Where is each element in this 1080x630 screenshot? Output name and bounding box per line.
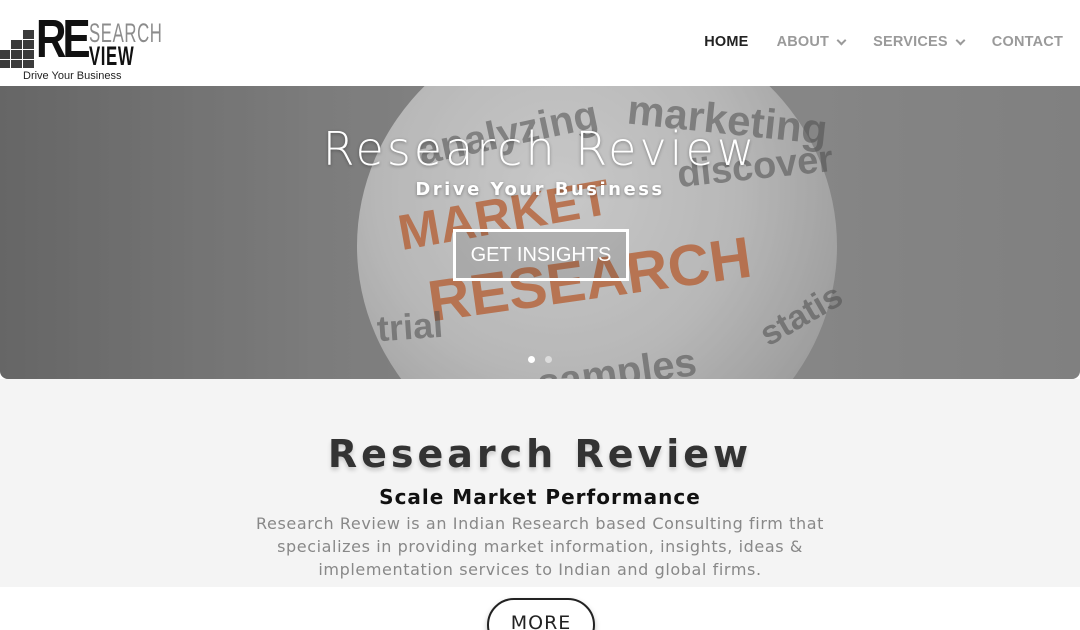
nav-item-services[interactable]: SERVICES [873,34,966,50]
about-description: Research Review is an Indian Research ba… [256,514,824,579]
more-button[interactable]: MORE [487,598,595,630]
logo-view-text: VIEW [89,41,135,71]
slider-dot-2[interactable] [545,356,552,363]
logo-tagline: Drive Your Business [23,70,122,82]
logo-re-text: RE [36,9,91,69]
logo-blocks-icon [0,20,36,68]
hero-slider: analyzing marketing discover MARKET RESE… [0,86,1080,379]
nav-item-about[interactable]: ABOUT [776,34,847,50]
hero-title: Research Review [322,122,758,176]
site-logo[interactable]: RE SEARCH VIEW Drive Your Business [0,9,165,82]
slider-pagination [528,356,552,363]
about-title: Research Review [327,432,753,476]
nav-item-label: CONTACT [991,34,1063,50]
slider-dot-1[interactable] [528,356,535,363]
nav-item-contact[interactable]: CONTACT [992,34,1063,50]
chevron-down-icon [955,35,966,45]
get-insights-button[interactable]: GET INSIGHTS [453,229,629,281]
chevron-down-icon [836,35,847,45]
nav-item-label: SERVICES [873,34,948,50]
nav-item-home[interactable]: HOME [704,34,748,50]
nav-item-label: HOME [704,34,749,50]
site-header: RE SEARCH VIEW Drive Your Business HOME … [0,0,1080,86]
hero-subtitle: Drive Your Business [415,179,665,200]
nav-item-label: ABOUT [776,34,830,50]
about-section: Research Review Scale Market Performance… [0,379,1080,587]
main-nav: HOME ABOUT SERVICES CONTACT [676,34,1063,50]
about-subtitle: Scale Market Performance [379,485,701,509]
